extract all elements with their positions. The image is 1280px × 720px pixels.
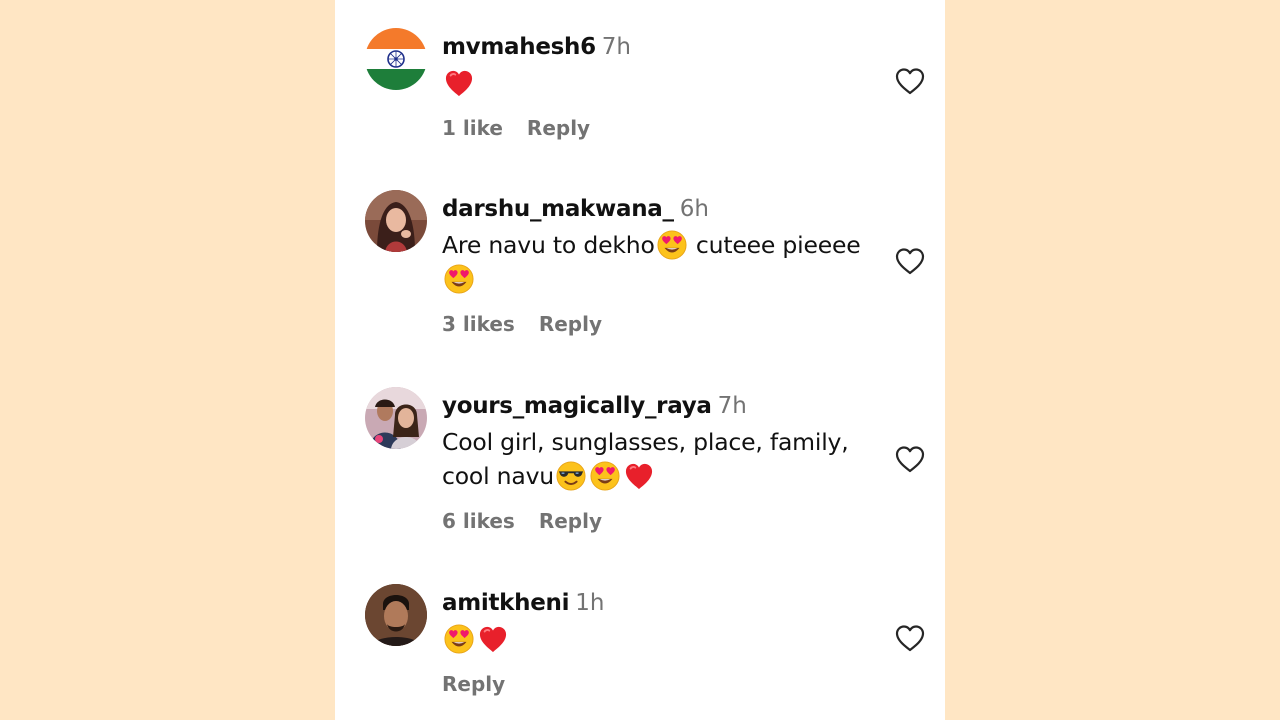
likes-count[interactable]: 6 likes [442, 509, 515, 533]
comment-text-part: cool navu [442, 462, 554, 490]
reply-button[interactable]: Reply [539, 312, 602, 336]
user-photo-icon [365, 584, 427, 646]
like-button[interactable] [894, 246, 926, 276]
likes-count[interactable]: 3 likes [442, 312, 515, 336]
comment-item: mvmahesh6 7h 1 like Reply [335, 28, 945, 158]
heart-eyes-emoji-icon [444, 264, 474, 294]
comment-item: yours_magically_raya 7h Cool girl, sungla… [335, 387, 945, 547]
like-button[interactable] [894, 444, 926, 474]
like-button[interactable] [894, 66, 926, 96]
comment-text: Cool girl, sunglasses, place, family, co… [442, 425, 882, 493]
like-button[interactable] [894, 623, 926, 653]
heart-eyes-emoji-icon [444, 624, 474, 654]
heart-emoji-icon [624, 462, 654, 490]
comments-panel: mvmahesh6 7h 1 like Reply darshu_makwana… [335, 0, 945, 720]
comment-username[interactable]: yours_magically_raya [442, 393, 712, 419]
avatar[interactable] [365, 387, 427, 449]
user-photo-icon [365, 387, 427, 449]
india-flag-icon [365, 28, 427, 90]
avatar[interactable] [365, 584, 427, 646]
heart-outline-icon [894, 246, 926, 276]
comment-text-part: cuteee pieeee [695, 231, 861, 259]
likes-count[interactable]: 1 like [442, 116, 503, 140]
heart-outline-icon [894, 66, 926, 96]
comment-time: 6h [679, 196, 709, 222]
user-photo-icon [365, 190, 427, 252]
comment-item: amitkheni 1h Reply [335, 584, 945, 714]
avatar[interactable] [365, 190, 427, 252]
comment-text-part: Cool girl, sunglasses, place, family, [442, 428, 849, 456]
comment-time: 7h [717, 393, 747, 419]
comment-text-part: Are navu to dekho [442, 231, 655, 259]
heart-emoji-icon [444, 69, 474, 97]
comment-text [442, 66, 882, 100]
sunglasses-emoji-icon [556, 461, 586, 491]
reply-button[interactable]: Reply [442, 672, 505, 696]
comment-username[interactable]: mvmahesh6 [442, 34, 596, 60]
heart-eyes-emoji-icon [657, 230, 687, 260]
heart-emoji-icon [478, 625, 508, 653]
comment-time: 1h [575, 590, 605, 616]
comment-text [442, 622, 882, 656]
heart-outline-icon [894, 444, 926, 474]
heart-outline-icon [894, 623, 926, 653]
comment-text: Are navu to dekho cuteee pieeee [442, 228, 882, 296]
reply-button[interactable]: Reply [539, 509, 602, 533]
comment-username[interactable]: darshu_makwana_ [442, 196, 674, 222]
comment-time: 7h [601, 34, 632, 60]
heart-eyes-emoji-icon [590, 461, 620, 491]
comment-item: darshu_makwana_ 6h Are navu to dekho cute… [335, 190, 945, 350]
comment-username[interactable]: amitkheni [442, 590, 570, 616]
avatar[interactable] [365, 28, 427, 90]
reply-button[interactable]: Reply [527, 116, 590, 140]
